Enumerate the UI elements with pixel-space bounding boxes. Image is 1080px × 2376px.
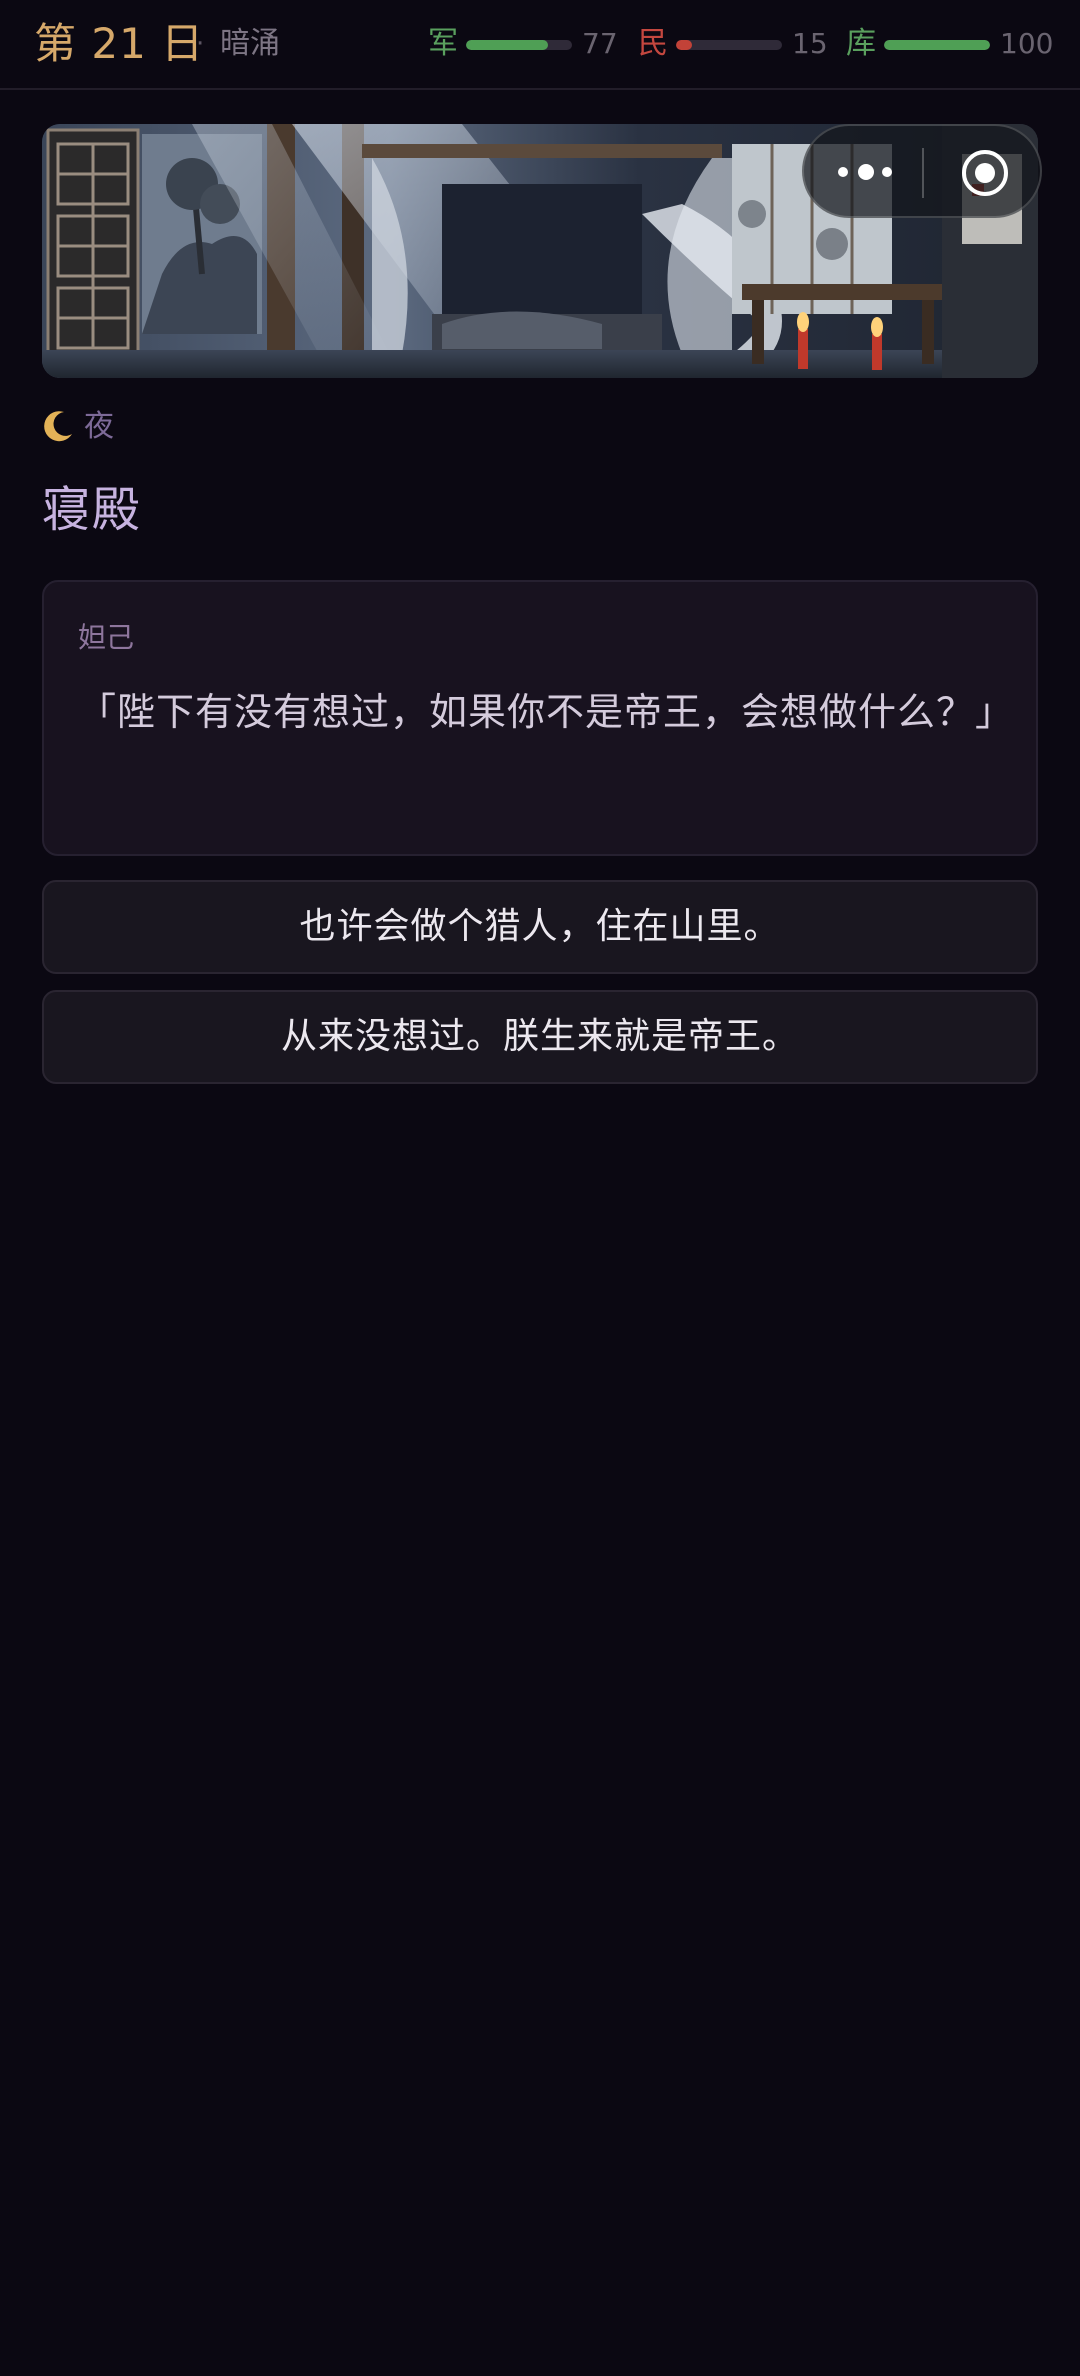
capsule-divider	[922, 148, 924, 198]
stat-label: 军	[428, 26, 458, 61]
separator-dot: ·	[196, 29, 205, 59]
dot	[858, 164, 874, 180]
stat-bar-fill	[884, 40, 990, 50]
stat-label: 库	[846, 26, 876, 61]
choice-button-1[interactable]: 也许会做个猎人，住在山里。	[42, 880, 1038, 974]
status-bar: 第 21 日 · 暗涌 军 77 民 15 库 100	[0, 0, 1080, 90]
choice-label: 也许会做个猎人，住在山里。	[299, 906, 781, 947]
dialogue-card: 妲己 「陛下有没有想过，如果你不是帝王，会想做什么？」	[42, 580, 1038, 856]
stat-value: 100	[1000, 27, 1054, 60]
more-dots-icon[interactable]	[830, 148, 900, 198]
stat-bar-fill	[466, 40, 548, 50]
mini-program-capsule	[802, 124, 1042, 218]
stat-bar	[676, 40, 782, 50]
stat-value: 77	[582, 27, 618, 60]
location-title: 寝殿	[42, 482, 143, 538]
time-label: 夜	[84, 409, 114, 444]
choice-button-2[interactable]: 从来没想过。朕生来就是帝王。	[42, 990, 1038, 1084]
stat-bar	[884, 40, 990, 50]
day-counter: 第 21 日	[34, 19, 205, 68]
target-close-icon[interactable]	[960, 148, 1010, 198]
game-screen: 第 21 日 · 暗涌 军 77 民 15 库 100 夜 寝殿 妲己 「陛下有…	[0, 0, 1080, 2376]
stat-label: 民	[638, 26, 668, 61]
dialogue-text: 「陛下有没有想过，如果你不是帝王，会想做什么？」	[78, 690, 1015, 734]
dot	[882, 167, 892, 177]
choice-label: 从来没想过。朕生来就是帝王。	[280, 1016, 799, 1057]
stat-bar	[466, 40, 572, 50]
phase-label: 暗涌	[220, 26, 280, 61]
speaker-name: 妲己	[78, 621, 135, 654]
stat-value: 15	[792, 27, 828, 60]
crescent-moon-icon	[40, 408, 76, 444]
dot	[838, 167, 848, 177]
stat-bar-fill	[676, 40, 692, 50]
